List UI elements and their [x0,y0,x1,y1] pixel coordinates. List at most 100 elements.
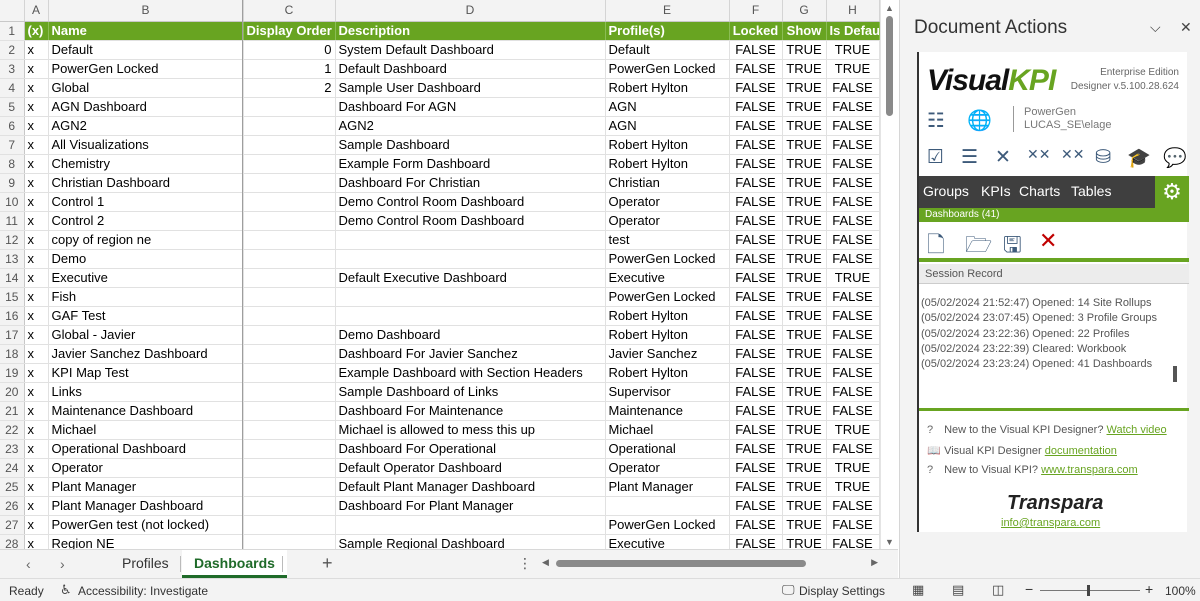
cell-x[interactable]: x [24,515,49,535]
cell-locked[interactable]: FALSE [729,287,783,307]
cell-profile[interactable]: Maintenance [605,401,730,421]
cell-x[interactable]: x [24,401,49,421]
cell-show[interactable]: TRUE [782,306,827,326]
cell-show[interactable]: TRUE [782,40,827,60]
zoom-slider[interactable] [1040,590,1140,591]
cell-desc[interactable] [335,249,606,269]
globe-icon[interactable]: 🌐 [967,108,992,133]
cell-name[interactable]: Christian Dashboard [48,173,244,193]
cell-def[interactable]: FALSE [826,401,880,421]
cell-desc[interactable]: Example Form Dashboard [335,154,606,174]
cell-profile[interactable]: Operator [605,211,730,231]
cell-desc[interactable]: Sample Regional Dashboard [335,534,606,549]
cell-desc[interactable]: Dashboard For Christian [335,173,606,193]
add-sheet-icon[interactable]: + [322,553,333,574]
horizontal-scrollbar[interactable]: ◀ ▶ [540,557,880,569]
row-header[interactable]: 4 [0,78,25,98]
cell-show[interactable]: TRUE [782,211,827,231]
cell-show[interactable]: TRUE [782,382,827,402]
cell-locked[interactable]: FALSE [729,173,783,193]
scroll-left-icon[interactable]: ◀ [542,557,549,568]
session-log-scroll-thumb[interactable] [1173,366,1177,382]
cell-def[interactable]: FALSE [826,325,880,345]
cell-def[interactable]: FALSE [826,344,880,364]
cell-desc[interactable] [335,306,606,326]
cell-x[interactable]: x [24,306,49,326]
cell-locked[interactable]: FALSE [729,306,783,326]
cell-show[interactable]: TRUE [782,154,827,174]
cell-order[interactable] [243,420,336,440]
cell-name[interactable]: Links [48,382,244,402]
cell-show[interactable]: TRUE [782,363,827,383]
cell-locked[interactable]: FALSE [729,40,783,60]
delete-icon[interactable]: ✕ [995,146,1011,169]
cell-locked[interactable]: FALSE [729,363,783,383]
cell-x[interactable]: x [24,458,49,478]
cell-def[interactable]: TRUE [826,268,880,288]
row-header[interactable]: 13 [0,249,25,269]
accessibility-icon[interactable]: ♿ [60,582,72,598]
cell-order[interactable] [243,477,336,497]
row-header[interactable]: 14 [0,268,25,288]
cell-x[interactable]: x [24,97,49,117]
zoom-in-icon[interactable]: + [1145,581,1153,597]
cell-order[interactable] [243,496,336,516]
cell-order[interactable] [243,116,336,136]
row-header[interactable]: 16 [0,306,25,326]
zoom-level[interactable]: 100% [1165,584,1196,598]
comment-icon[interactable]: 💬 [1163,146,1187,170]
cell-desc[interactable]: Dashboard For AGN [335,97,606,117]
list-view-icon[interactable]: ☰ [961,146,978,169]
cell-profile[interactable]: Default [605,40,730,60]
cell-show[interactable]: TRUE [782,287,827,307]
row-header[interactable]: 15 [0,287,25,307]
column-header-d[interactable]: D [335,0,606,22]
graduation-cap-icon[interactable]: 🎓 [1127,146,1151,170]
cell-locked[interactable]: FALSE [729,230,783,250]
zoom-out-icon[interactable]: − [1025,581,1033,597]
cell-name[interactable]: GAF Test [48,306,244,326]
header-cell[interactable]: Is Default [826,21,880,41]
cell-order[interactable] [243,325,336,345]
cell-name[interactable]: AGN Dashboard [48,97,244,117]
cell-def[interactable]: FALSE [826,534,880,549]
nav-charts[interactable]: Charts [1019,183,1060,199]
cell-x[interactable]: x [24,135,49,155]
cell-x[interactable]: x [24,40,49,60]
display-settings-button[interactable]: Display Settings [799,584,885,598]
cell-profile[interactable]: Robert Hylton [605,135,730,155]
row-header[interactable]: 8 [0,154,25,174]
cell-def[interactable]: FALSE [826,192,880,212]
cell-order[interactable] [243,534,336,549]
cell-locked[interactable]: FALSE [729,515,783,535]
cell-order[interactable] [243,401,336,421]
row-header[interactable]: 21 [0,401,25,421]
close-pane-icon[interactable]: ✕ [1180,19,1192,36]
cell-locked[interactable]: FALSE [729,59,783,79]
horizontal-scroll-thumb[interactable] [556,560,806,567]
cell-profile[interactable] [605,496,730,516]
nav-groups[interactable]: Groups [923,183,969,199]
scroll-right-icon[interactable]: ▶ [871,557,878,568]
cell-name[interactable]: Chemistry [48,154,244,174]
documentation-link[interactable]: documentation [1045,445,1117,457]
cell-order[interactable] [243,439,336,459]
cell-profile[interactable]: Robert Hylton [605,154,730,174]
row-header[interactable]: 26 [0,496,25,516]
cell-profile[interactable]: Operator [605,192,730,212]
cell-def[interactable]: FALSE [826,363,880,383]
row-header[interactable]: 17 [0,325,25,345]
cell-x[interactable]: x [24,325,49,345]
column-header-f[interactable]: F [729,0,783,22]
cell-desc[interactable] [335,515,606,535]
header-cell[interactable]: Display Order [243,21,336,41]
row-header[interactable]: 22 [0,420,25,440]
cell-desc[interactable]: Default Executive Dashboard [335,268,606,288]
row-header[interactable]: 27 [0,515,25,535]
cell-desc[interactable]: Demo Dashboard [335,325,606,345]
cell-desc[interactable]: Example Dashboard with Section Headers [335,363,606,383]
row-header[interactable]: 3 [0,59,25,79]
display-settings-icon[interactable]: 🖵 [782,582,795,598]
cell-locked[interactable]: FALSE [729,192,783,212]
cell-order[interactable] [243,306,336,326]
